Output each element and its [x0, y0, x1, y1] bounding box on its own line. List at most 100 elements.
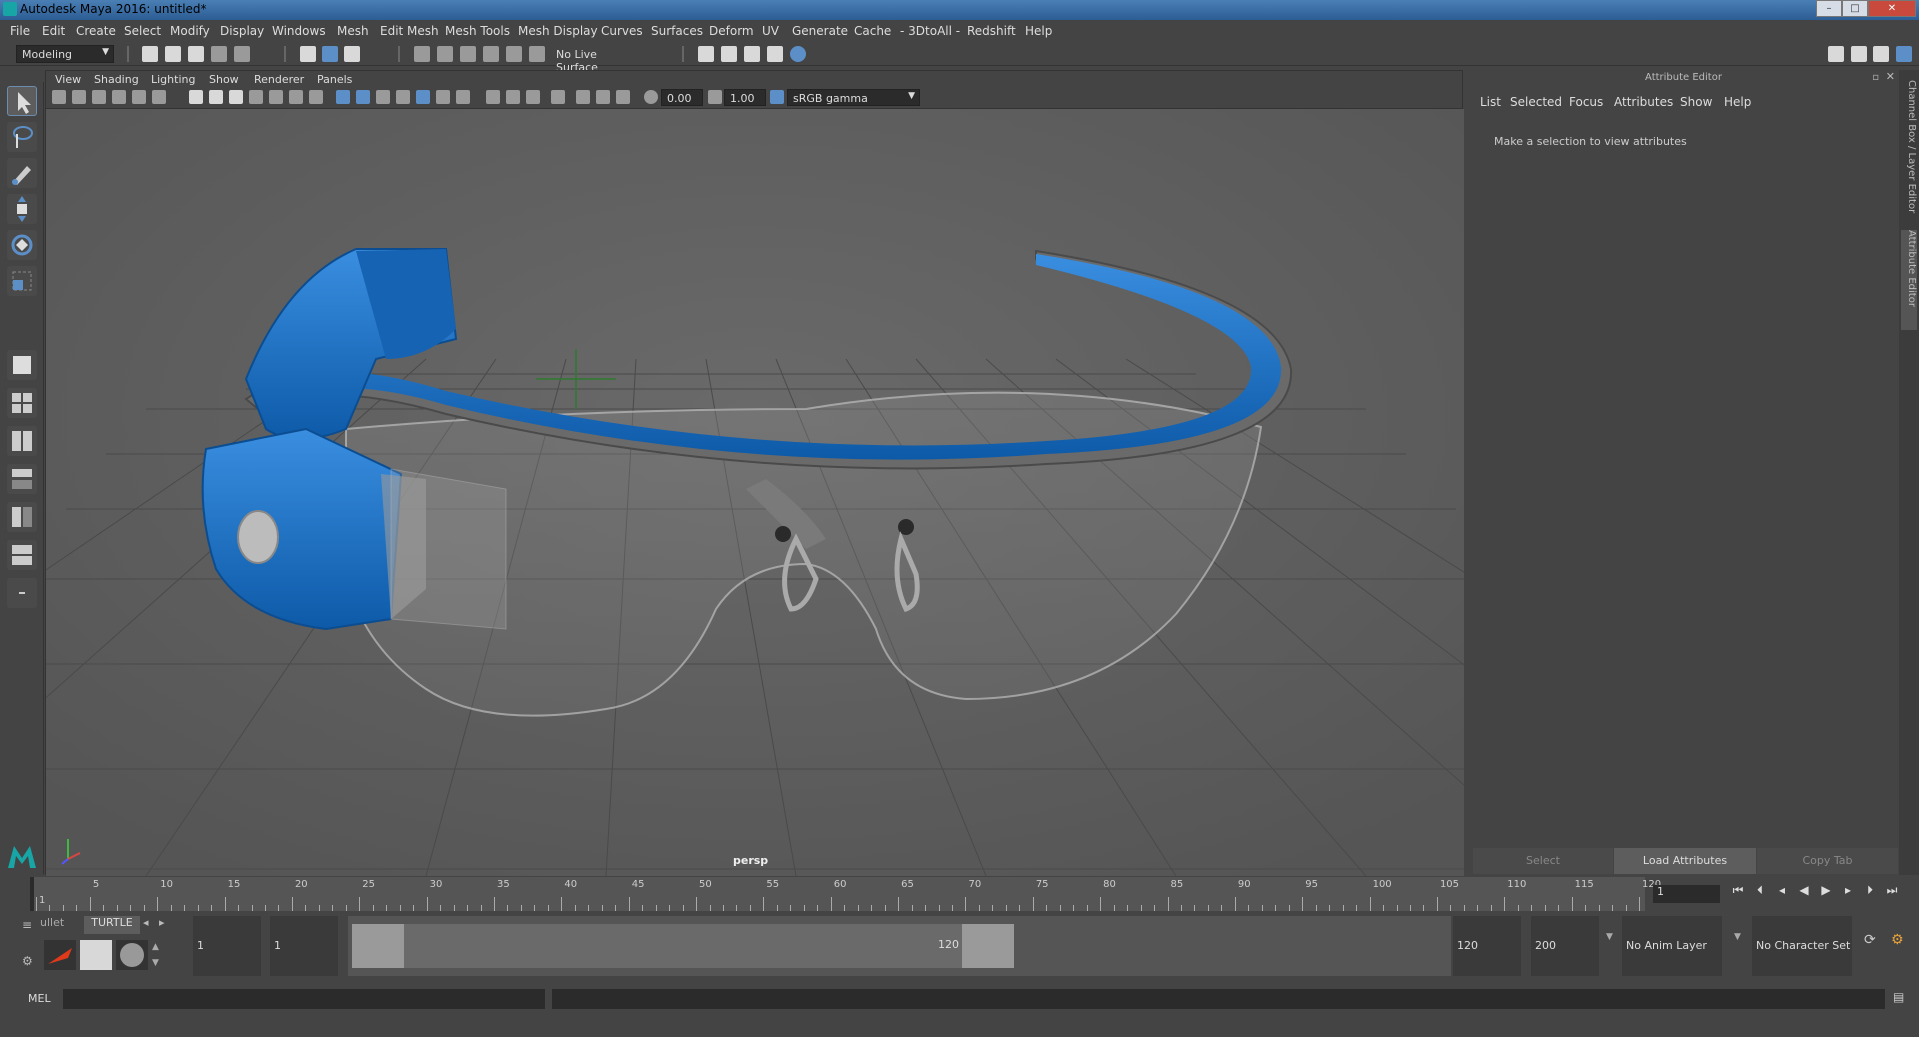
- menu-mesh-tools[interactable]: Mesh Tools: [445, 24, 510, 38]
- layout-four-icon[interactable]: [7, 388, 37, 418]
- vp-menu-show[interactable]: Show: [209, 73, 239, 86]
- anim-layer-dropdown[interactable]: No Anim Layer: [1622, 916, 1722, 976]
- resolution-gate-icon[interactable]: [229, 90, 243, 104]
- layout-more-icon[interactable]: [7, 578, 37, 608]
- shelf-scroll-left-icon[interactable]: ◂: [143, 916, 149, 929]
- select-hierarchy-icon[interactable]: [300, 46, 316, 62]
- wireframe-on-shaded-icon[interactable]: [376, 90, 390, 104]
- ae-menu-help[interactable]: Help: [1724, 95, 1751, 109]
- vp-menu-renderer[interactable]: Renderer: [254, 73, 304, 86]
- menu-deform[interactable]: Deform: [709, 24, 754, 38]
- gate-mask-icon[interactable]: [249, 90, 263, 104]
- minimize-button[interactable]: –: [1816, 0, 1842, 17]
- command-language-label[interactable]: MEL: [28, 992, 51, 1005]
- play-backwards-icon[interactable]: ◀: [1797, 883, 1811, 897]
- channel-box-toggle-icon[interactable]: [1896, 46, 1912, 62]
- step-back-frame-icon[interactable]: ◂: [1775, 883, 1789, 897]
- gamma-icon[interactable]: [708, 90, 722, 104]
- scene-end-field[interactable]: 200: [1531, 916, 1599, 976]
- menuset-dropdown[interactable]: Modeling ▼: [16, 45, 114, 63]
- menu-help[interactable]: Help: [1025, 24, 1052, 38]
- safe-title-icon[interactable]: [309, 90, 323, 104]
- film-gate-icon[interactable]: [209, 90, 223, 104]
- step-forward-frame-icon[interactable]: ▸: [1841, 883, 1855, 897]
- ae-load-attributes-button[interactable]: Load Attributes: [1614, 848, 1756, 874]
- shelf-item-shader[interactable]: [80, 940, 112, 970]
- character-set-dropdown[interactable]: No Character Set: [1752, 916, 1852, 976]
- menu-edit-mesh[interactable]: Edit Mesh: [380, 24, 439, 38]
- depth-of-field-icon[interactable]: [526, 90, 540, 104]
- shelf-item-fire[interactable]: [44, 940, 76, 970]
- layout-two-icon[interactable]: [7, 426, 37, 456]
- smooth-shade-icon[interactable]: [356, 90, 370, 104]
- menu-curves[interactable]: Curves: [601, 24, 643, 38]
- shelf-item-sphere[interactable]: [116, 940, 148, 970]
- paint-select-tool-icon[interactable]: [7, 158, 37, 188]
- camera-select-icon[interactable]: [52, 90, 66, 104]
- step-back-key-icon[interactable]: ⏴: [1753, 883, 1767, 897]
- motion-blur-icon[interactable]: [486, 90, 500, 104]
- save-scene-icon[interactable]: [188, 46, 204, 62]
- shelf-scroll-right-icon[interactable]: ▸: [159, 916, 165, 929]
- menu-mesh-display[interactable]: Mesh Display: [518, 24, 598, 38]
- undo-icon[interactable]: [211, 46, 227, 62]
- ae-menu-list[interactable]: List: [1480, 95, 1501, 109]
- menu-file[interactable]: File: [10, 24, 30, 38]
- scale-tool-icon[interactable]: [7, 266, 37, 296]
- textured-icon[interactable]: [396, 90, 410, 104]
- range-dropdown-icon[interactable]: ▼: [1606, 932, 1613, 942]
- lasso-tool-icon[interactable]: [7, 122, 37, 152]
- shelf-scroll-up-icon[interactable]: ▲: [152, 942, 159, 952]
- time-slider-ruler[interactable]: 1 5 10 15 20 25 30 35 40 45 50 55 60 65 70 75 80 85 90 95 10…: [30, 877, 1661, 911]
- maximize-button[interactable]: □: [1842, 0, 1868, 17]
- hypershade-icon[interactable]: [790, 46, 806, 62]
- gamma-field[interactable]: 1.00: [724, 89, 766, 106]
- menu-select[interactable]: Select: [124, 24, 161, 38]
- isolate-select-icon[interactable]: [551, 90, 565, 104]
- ipr-render-icon[interactable]: [744, 46, 760, 62]
- menu-display[interactable]: Display: [220, 24, 264, 38]
- go-to-start-icon[interactable]: ⏮: [1731, 883, 1745, 897]
- current-frame-field[interactable]: 1: [1653, 885, 1720, 903]
- redo-icon[interactable]: [234, 46, 250, 62]
- shelf-tab-bullet[interactable]: ullet: [40, 916, 82, 934]
- shelf-scroll-down-icon[interactable]: ▼: [152, 958, 159, 968]
- script-editor-icon[interactable]: ▤: [1893, 990, 1904, 1004]
- auto-key-icon[interactable]: ⟳: [1864, 932, 1876, 948]
- grease-pencil-icon[interactable]: [152, 90, 166, 104]
- menu-mesh[interactable]: Mesh: [337, 24, 369, 38]
- animation-preferences-icon[interactable]: ⚙: [1891, 932, 1904, 948]
- render-settings-icon[interactable]: [698, 46, 714, 62]
- go-to-end-icon[interactable]: ⏭: [1885, 883, 1899, 897]
- layout-hypershade-icon[interactable]: [7, 540, 37, 570]
- snap-curve-icon[interactable]: [437, 46, 453, 62]
- menu-generate[interactable]: Generate: [792, 24, 848, 38]
- ae-menu-attributes[interactable]: Attributes: [1614, 95, 1673, 109]
- shelf-toggle[interactable]: ≡ ⚙: [20, 918, 36, 976]
- wireframe-icon[interactable]: [336, 90, 350, 104]
- ae-menu-focus[interactable]: Focus: [1569, 95, 1603, 109]
- ae-select-button[interactable]: Select: [1473, 848, 1613, 874]
- shadows-icon[interactable]: [436, 90, 450, 104]
- camera-attributes-icon[interactable]: [72, 90, 86, 104]
- render-view-icon[interactable]: [767, 46, 783, 62]
- bookmark-icon[interactable]: [92, 90, 106, 104]
- select-object-icon[interactable]: [322, 46, 338, 62]
- attribute-editor-toggle-icon[interactable]: [1851, 46, 1867, 62]
- snap-grid-icon[interactable]: [414, 46, 430, 62]
- vp-menu-shading[interactable]: Shading: [94, 73, 139, 86]
- menu-edit[interactable]: Edit: [42, 24, 65, 38]
- range-bar[interactable]: 1 120: [348, 916, 1451, 976]
- ae-menu-selected[interactable]: Selected: [1510, 95, 1562, 109]
- menu-windows[interactable]: Windows: [272, 24, 326, 38]
- vp-menu-panels[interactable]: Panels: [317, 73, 352, 86]
- menu-3dtoall[interactable]: - 3DtoAll -: [900, 24, 960, 38]
- select-component-icon[interactable]: [344, 46, 360, 62]
- range-start-handle[interactable]: [352, 924, 404, 968]
- menu-redshift[interactable]: Redshift: [967, 24, 1016, 38]
- tab-attribute-editor[interactable]: Attribute Editor: [1901, 230, 1917, 330]
- move-tool-icon[interactable]: [7, 194, 37, 224]
- image-plane-icon[interactable]: [112, 90, 126, 104]
- snap-surface-icon[interactable]: [506, 46, 522, 62]
- scene-start-field[interactable]: 1: [193, 916, 261, 976]
